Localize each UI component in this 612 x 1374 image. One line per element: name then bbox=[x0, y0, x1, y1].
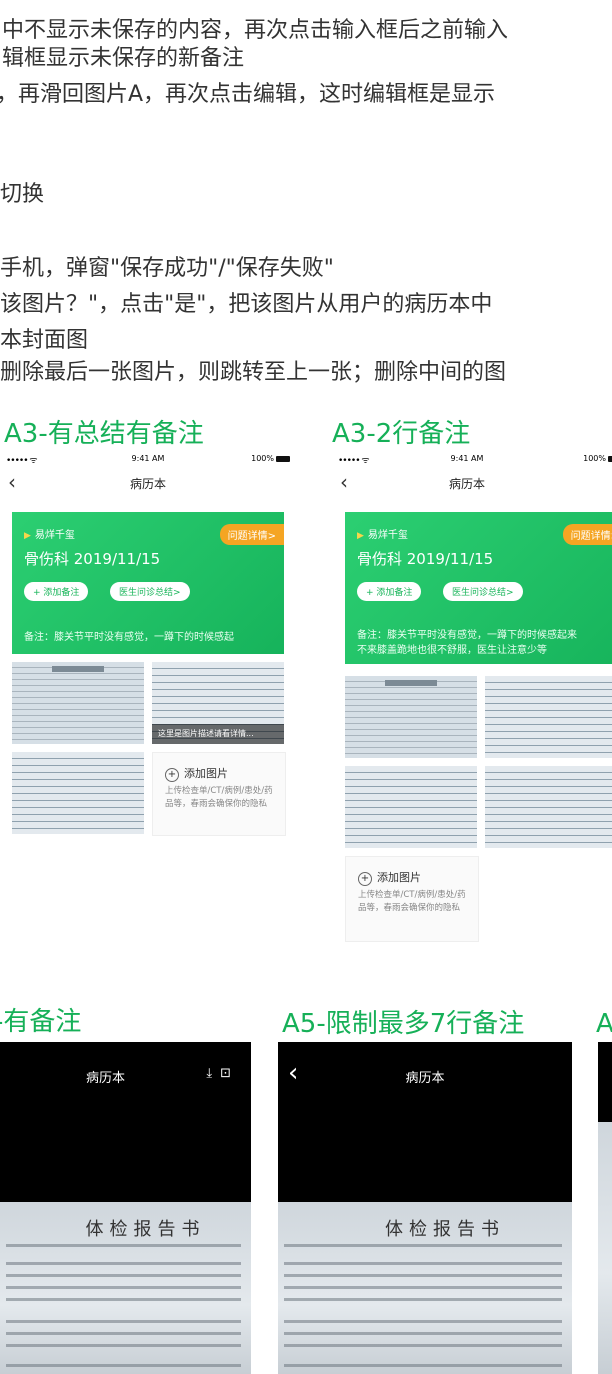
doc-line-8: 删除最后一张图片，则跳转至上一张；删除中间的图 bbox=[0, 360, 507, 385]
image-thumb[interactable] bbox=[485, 766, 612, 848]
nav-bar: ‹ 病历本 bbox=[0, 468, 296, 498]
dept-date: 骨伤科 2019/11/15 bbox=[24, 550, 161, 568]
record-card[interactable]: ▶易烊千玺 骨伤科 2019/11/15 问题详情> + 添加备注 医生问诊总结… bbox=[345, 512, 612, 664]
add-image-desc: 上传检查单/CT/病例/患处/药品等，春雨会确保你的隐私 bbox=[358, 890, 466, 913]
note-text-line-1: 备注：膝关节平时没有感觉，一蹲下的时候感起来 bbox=[357, 630, 577, 641]
status-time: 9:41 AM bbox=[450, 454, 484, 463]
section-title-a5: A5-限制最多7行备注 bbox=[282, 1009, 525, 1039]
doc-line-5: 手机，弹窗"保存成功"/"保存失败" bbox=[0, 256, 334, 281]
phone-a3: ••••• ᯤ 9:41 AM 100% ‹ 病历本 ▶ 易烊千玺 骨伤科 201… bbox=[0, 450, 296, 850]
status-bar: ••••• ᯤ 9:41 AM 100% bbox=[0, 450, 296, 468]
doctor-summary-button[interactable]: 医生问诊总结> bbox=[443, 582, 523, 601]
page-title: 病历本 bbox=[129, 477, 166, 491]
battery-icon: 100% bbox=[583, 454, 612, 463]
image-thumb[interactable]: 这里是图片描述请看详情... bbox=[152, 662, 284, 744]
add-note-button[interactable]: + 添加备注 bbox=[24, 582, 89, 601]
note-text-line-2: 不来膝盖跪地也很不舒服，医生让注意少等 bbox=[357, 645, 547, 656]
image-thumb[interactable] bbox=[345, 676, 477, 758]
dept-date: 骨伤科 2019/11/15 bbox=[357, 550, 494, 568]
add-image-label: 添加图片 bbox=[184, 767, 228, 780]
user-name: ▶ 易烊千玺 bbox=[24, 530, 75, 541]
doc-line-3: ，再滑回图片A，再次点击编辑，这时编辑框是显示 bbox=[0, 82, 496, 107]
viewer-a6 bbox=[598, 1042, 612, 1374]
add-image-label: 添加图片 bbox=[377, 871, 421, 884]
report-photo: 体检报告书 bbox=[0, 1202, 251, 1374]
question-detail-button[interactable]: 问题详情> bbox=[219, 524, 284, 545]
phone-a3-2: ••••• ᯤ 9:41 AM 100% ‹ 病历本 ▶ 易烊千玺 骨伤科 201… bbox=[332, 450, 612, 950]
doc-line-7: 本封面图 bbox=[0, 328, 89, 353]
page-title: 病历本 bbox=[448, 477, 485, 491]
add-image-desc: 上传检查单/CT/病例/患处/药品等，春雨会确保你的隐私 bbox=[165, 786, 273, 809]
doc-line-4: 切换 bbox=[0, 182, 45, 207]
question-detail-button[interactable]: 问题详情> bbox=[562, 524, 612, 545]
add-image-tile[interactable]: + 添加图片 上传检查单/CT/病例/患处/药品等，春雨会确保你的隐私 bbox=[152, 752, 286, 836]
viewer-actions[interactable]: ⤓⊡ bbox=[206, 1066, 239, 1081]
doc-line-2: 辑框显示未保存的新备注 bbox=[2, 46, 245, 71]
report-photo bbox=[598, 1122, 612, 1374]
note-text: 备注：膝关节平时没有感觉，一蹲下的时候感起 bbox=[24, 632, 234, 643]
report-photo: 体检报告书 bbox=[278, 1202, 572, 1374]
image-thumb[interactable] bbox=[12, 752, 144, 834]
triangle-bullet-icon: ▶ bbox=[24, 531, 31, 541]
image-thumb[interactable] bbox=[345, 766, 477, 848]
trash-icon[interactable]: ⊡ bbox=[220, 1066, 239, 1081]
add-note-button[interactable]: + 添加备注 bbox=[357, 582, 422, 601]
battery-icon: 100% bbox=[251, 454, 290, 463]
download-icon[interactable]: ⤓ bbox=[206, 1066, 220, 1081]
section-title-a3: A3-有总结有备注 bbox=[4, 419, 204, 449]
doc-line-6: 该图片？"，点击"是"，把该图片从用户的病历本中 bbox=[0, 292, 493, 317]
user-name: ▶ 易烊千玺 bbox=[357, 530, 408, 541]
add-image-tile[interactable]: + 添加图片 上传检查单/CT/病例/患处/药品等，春雨会确保你的隐私 bbox=[345, 856, 479, 942]
viewer-a5: ‹ 病历本 体检报告书 bbox=[278, 1042, 572, 1374]
section-title-a3-2: A3-2行备注 bbox=[332, 419, 471, 449]
report-title: 体检报告书 bbox=[85, 1219, 206, 1240]
section-title-a4: -有备注 bbox=[0, 1007, 82, 1037]
doc-line-1: 中不显示未保存的内容，再次点击输入框后之前输入 bbox=[2, 18, 509, 43]
viewer-a4: 病历本 ⤓⊡ 体检报告书 bbox=[0, 1042, 251, 1374]
report-title: 体检报告书 bbox=[385, 1219, 505, 1240]
record-card[interactable]: ▶易烊千玺 骨伤科 2019/11/15 问题详情> + 添加备注 医生问诊总结… bbox=[12, 512, 284, 654]
thumb-caption: 这里是图片描述请看详情... bbox=[152, 724, 284, 744]
nav-bar: ‹ 病历本 bbox=[332, 468, 612, 498]
image-thumb[interactable] bbox=[12, 662, 144, 744]
plus-circle-icon: + bbox=[165, 768, 179, 782]
plus-circle-icon: + bbox=[358, 872, 372, 886]
status-bar: ••••• ᯤ 9:41 AM 100% bbox=[332, 450, 612, 468]
section-title-a6: A bbox=[596, 1009, 612, 1039]
triangle-bullet-icon: ▶ bbox=[357, 531, 364, 541]
image-thumb[interactable] bbox=[485, 676, 612, 758]
viewer-title: 病历本 bbox=[405, 1071, 445, 1086]
doctor-summary-button[interactable]: 医生问诊总结> bbox=[110, 582, 190, 601]
